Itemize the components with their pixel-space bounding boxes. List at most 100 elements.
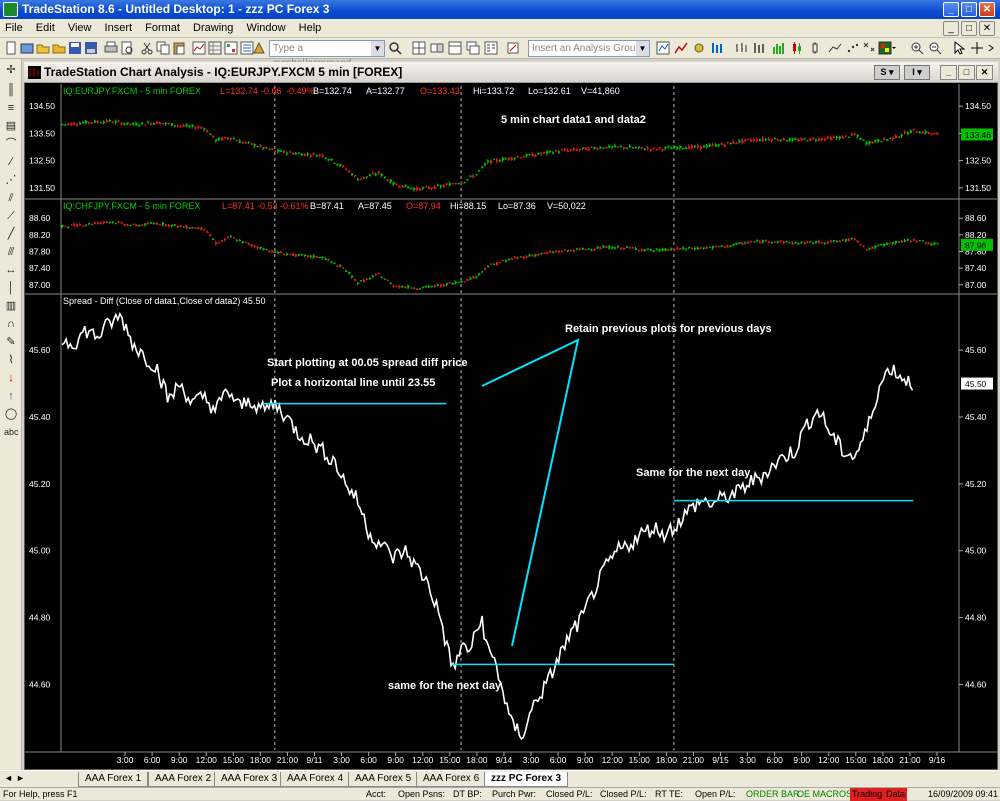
fibonacci-icon[interactable]: ⌒ [4, 137, 18, 151]
arc-icon[interactable]: ∩ [4, 317, 18, 331]
close-button[interactable]: ✕ [979, 2, 995, 17]
vertical-lines-icon[interactable]: ║ [4, 83, 18, 97]
strategy-icon[interactable] [252, 41, 266, 55]
data-window-icon[interactable] [484, 41, 498, 55]
zoom-out-icon[interactable] [928, 41, 942, 55]
indicator-icon[interactable] [674, 41, 688, 55]
ellipse-icon[interactable]: ◯ [4, 407, 18, 421]
menu-help[interactable]: Help [294, 19, 327, 34]
menu-file[interactable]: File [0, 19, 28, 34]
tab-aaa-forex-1[interactable]: AAA Forex 1 [78, 772, 148, 787]
color-picker-icon[interactable] [878, 41, 896, 55]
trendline-icon[interactable]: ╱ [4, 227, 18, 241]
minimize-button[interactable]: _ [943, 2, 959, 17]
horizontal-line-icon[interactable]: ↔ [4, 263, 18, 277]
save-all-icon[interactable] [84, 41, 98, 55]
save-icon[interactable] [68, 41, 82, 55]
candlestick-icon[interactable] [790, 41, 804, 55]
chart-close-button[interactable]: ✕ [976, 65, 993, 80]
tab-aaa-forex-6[interactable]: AAA Forex 6 [416, 772, 486, 787]
chart-window-icon[interactable] [192, 41, 206, 55]
status-data[interactable]: Data [884, 788, 907, 801]
chart-maximize-button[interactable]: □ [958, 65, 975, 80]
pencil-icon[interactable]: ✎ [4, 335, 18, 349]
tab-aaa-forex-5[interactable]: AAA Forex 5 [348, 772, 418, 787]
vertical-line-icon[interactable]: │ [4, 281, 18, 295]
chart-s-button[interactable]: S ▾ [874, 65, 900, 80]
status-order-bar[interactable]: ORDER BAR [746, 788, 800, 801]
radarscreen-icon[interactable] [208, 41, 222, 55]
line-chart-icon[interactable] [828, 41, 842, 55]
menu-view[interactable]: View [63, 19, 97, 34]
percent-retracement-icon[interactable]: ▥ [4, 299, 18, 313]
tile-icon[interactable] [448, 41, 462, 55]
mdi-minimize-button[interactable]: _ [943, 21, 959, 36]
data1-candle-body [529, 154, 531, 155]
volume-chart-icon[interactable] [772, 41, 786, 55]
zoom-in-icon[interactable] [910, 41, 924, 55]
dot-chart-icon[interactable] [846, 41, 860, 55]
andrews-pitchfork-icon[interactable]: ⫽ [4, 191, 18, 205]
print-icon[interactable] [104, 41, 118, 55]
print-preview-icon[interactable] [120, 41, 134, 55]
new-workspace-icon[interactable] [20, 41, 34, 55]
point-figure-icon[interactable] [862, 41, 876, 55]
open-file-icon[interactable] [52, 41, 66, 55]
data1-candle-body [659, 147, 661, 148]
status-oe-macros[interactable]: OE MACROS [797, 788, 852, 801]
symbol-input[interactable]: Type a symbol/command ▼ [269, 40, 385, 57]
arrow-down-icon[interactable]: ↓ [4, 371, 18, 385]
menu-format[interactable]: Format [140, 19, 185, 34]
menu-edit[interactable]: Edit [31, 19, 60, 34]
open-folder-icon[interactable] [36, 41, 50, 55]
crosshair-icon[interactable] [970, 41, 984, 55]
gann-fan-icon[interactable]: ⋰ [4, 173, 18, 187]
format-icon[interactable] [506, 41, 520, 55]
paintbar-icon[interactable] [710, 41, 724, 55]
more-tools-icon[interactable] [986, 41, 998, 55]
matrix-icon[interactable] [224, 41, 238, 55]
chart-i-button[interactable]: I ▾ [904, 65, 930, 80]
analysis-group-input[interactable]: Insert an Analysis Group ▼ [528, 40, 650, 57]
pointer-icon[interactable] [952, 41, 966, 55]
chart-minimize-button[interactable]: _ [940, 65, 957, 80]
showme-icon[interactable] [692, 41, 706, 55]
analysis-group-dropdown-icon[interactable]: ▼ [636, 41, 649, 56]
new-document-icon[interactable] [4, 41, 18, 55]
cut-icon[interactable] [140, 41, 154, 55]
paste-icon[interactable] [172, 41, 186, 55]
status-trading[interactable]: Trading [850, 788, 884, 801]
symbol-lookup-icon[interactable] [388, 41, 402, 55]
copy-icon[interactable] [156, 41, 170, 55]
link-window-icon[interactable] [430, 41, 444, 55]
grid-view-icon[interactable] [412, 41, 426, 55]
chart-style-icon[interactable] [734, 41, 748, 55]
tab-zzz-pc-forex-3[interactable]: zzz PC Forex 3 [484, 772, 568, 787]
tab-aaa-forex-2[interactable]: AAA Forex 2 [148, 772, 218, 787]
hollow-candle-icon[interactable] [808, 41, 822, 55]
menu-insert[interactable]: Insert [100, 19, 138, 34]
tab-scroll-left-icon[interactable]: ◄ [4, 773, 13, 783]
speed-lines-icon[interactable]: ⟋ [4, 209, 18, 223]
symbol-dropdown-icon[interactable]: ▼ [371, 41, 384, 56]
text-tool-icon[interactable]: abc [4, 425, 18, 439]
tab-scroll-right-icon[interactable]: ► [16, 773, 25, 783]
arrow-up-icon[interactable]: ↑ [4, 389, 18, 403]
menu-drawing[interactable]: Drawing [188, 19, 238, 34]
crosshair-tool-icon[interactable]: ✢ [4, 63, 18, 77]
maximize-button[interactable]: □ [961, 2, 977, 17]
mdi-close-button[interactable]: ✕ [979, 21, 995, 36]
freehand-icon[interactable]: ⌇ [4, 353, 18, 367]
channel-icon[interactable]: ▤ [4, 119, 18, 133]
parallel-lines-icon[interactable]: ⫻ [4, 245, 18, 259]
mdi-restore-button[interactable]: □ [961, 21, 977, 36]
regression-icon[interactable]: ∕ [4, 155, 18, 169]
cascade-icon[interactable] [466, 41, 480, 55]
chart-area[interactable]: 134.50134.50133.50133.50132.50132.50131.… [25, 84, 997, 769]
bar-chart-icon[interactable] [752, 41, 766, 55]
tab-aaa-forex-3[interactable]: AAA Forex 3 [214, 772, 284, 787]
tab-aaa-forex-4[interactable]: AAA Forex 4 [280, 772, 350, 787]
horizontal-lines-icon[interactable]: ≡ [4, 101, 18, 115]
insert-analysis-icon[interactable] [656, 41, 670, 55]
menu-window[interactable]: Window [241, 19, 290, 34]
